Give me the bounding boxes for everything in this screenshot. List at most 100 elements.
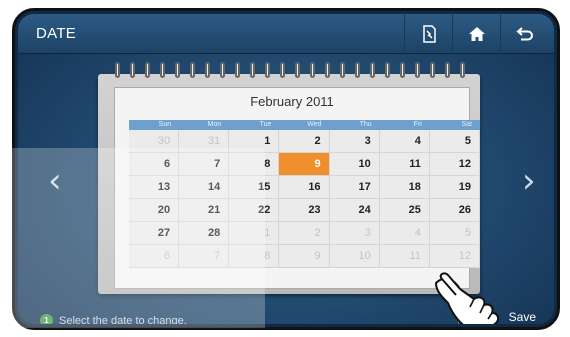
calendar-week-row: 30 31 1 2 3 4 5	[129, 130, 480, 153]
binder-ring	[130, 62, 135, 78]
calendar-day[interactable]: 3	[329, 130, 380, 153]
weekday-label: Fri	[413, 121, 422, 128]
calendar-day[interactable]: 26	[429, 199, 480, 222]
calendar-day: 11	[379, 245, 430, 268]
prev-month-button[interactable]: ‹	[48, 164, 62, 198]
calendar-day[interactable]: 21	[179, 199, 230, 222]
calendar-day[interactable]: 24	[329, 199, 380, 222]
binder-ring	[460, 62, 465, 78]
calendar-day[interactable]: 5	[429, 130, 480, 153]
status-text: Select the date to change.	[59, 314, 187, 325]
home-button[interactable]	[452, 14, 500, 54]
calendar-day: 12	[429, 245, 480, 268]
screen: DATE ‹ › February 2011 Sun Mon Tue Wed T…	[18, 14, 554, 324]
calendar-day: 10	[329, 245, 380, 268]
calendar-day: 9	[279, 245, 330, 268]
calendar-day[interactable]: 12	[429, 153, 480, 176]
calendar-day[interactable]: 22	[229, 199, 280, 222]
calendar-day[interactable]: 16	[279, 176, 330, 199]
calendar-week-row: 6 7 8 9 10 11 12	[129, 153, 480, 176]
top-bar: DATE	[18, 14, 554, 54]
calendar-day: 4	[379, 222, 430, 245]
settings-button[interactable]	[404, 14, 452, 54]
calendar-day[interactable]: 23	[279, 199, 330, 222]
binder-ring	[325, 62, 330, 78]
calendar-week-row: 6 7 8 9 10 11 12	[129, 245, 480, 268]
calendar-day[interactable]: 1	[229, 130, 280, 153]
calendar-day[interactable]: 11	[379, 153, 430, 176]
calendar-day: 7	[179, 245, 230, 268]
weekday-label: Sat	[461, 121, 472, 128]
calendar-day[interactable]: 4	[379, 130, 430, 153]
binder-ring	[445, 62, 450, 78]
weekday-label: Thu	[359, 121, 372, 128]
page-title: DATE	[36, 25, 77, 42]
binder-ring	[220, 62, 225, 78]
binder-ring	[415, 62, 420, 78]
binder-ring	[115, 62, 120, 78]
calendar-day[interactable]: 9	[279, 153, 330, 176]
calendar-day: 30	[129, 130, 180, 153]
calendar-page: February 2011 Sun Mon Tue Wed Thu Fri Sat 30 31…	[114, 87, 480, 289]
binder-ring	[370, 62, 375, 78]
calendar-day[interactable]: 7	[179, 153, 230, 176]
back-icon	[515, 26, 534, 42]
calendar-day[interactable]: 6	[129, 153, 180, 176]
calendar-day[interactable]: 2	[279, 130, 330, 153]
calendar-day: 6	[129, 245, 180, 268]
hand-pointer-icon	[430, 269, 510, 324]
step-badge: 1	[40, 314, 53, 324]
calendar-day[interactable]: 28	[179, 222, 230, 245]
binder-ring	[280, 62, 285, 78]
calendar-grid: Sun Mon Tue Wed Thu Fri Sat 30 31 1 2 3 4 5 6 7 8 9 10 11 1…	[129, 120, 480, 268]
calendar-rings	[109, 62, 473, 82]
binder-ring	[385, 62, 390, 78]
settings-icon	[421, 25, 437, 43]
calendar-week-row: 27 28 1 2 3 4 5	[129, 222, 480, 245]
calendar-day[interactable]: 20	[129, 199, 180, 222]
binder-ring	[430, 62, 435, 78]
binder-ring	[160, 62, 165, 78]
binder-ring	[355, 62, 360, 78]
binder-ring	[310, 62, 315, 78]
calendar-day: 5	[429, 222, 480, 245]
home-icon	[468, 26, 486, 42]
binder-ring	[250, 62, 255, 78]
calendar-day[interactable]: 15	[229, 176, 280, 199]
calendar-day[interactable]: 17	[329, 176, 380, 199]
calendar-week-row: 20 21 22 23 24 25 26	[129, 199, 480, 222]
next-month-button[interactable]: ›	[522, 164, 536, 198]
weekday-label: Sun	[158, 121, 172, 128]
weekday-label: Wed	[307, 121, 322, 128]
binder-ring	[265, 62, 270, 78]
calendar-day[interactable]: 14	[179, 176, 230, 199]
calendar-day[interactable]: 25	[379, 199, 430, 222]
weekday-label: Mon	[207, 121, 222, 128]
calendar-day: 1	[229, 222, 280, 245]
binder-ring	[175, 62, 180, 78]
calendar-day: 31	[179, 130, 230, 153]
status-hint: 1 Select the date to change.	[40, 314, 187, 324]
calendar-day[interactable]: 8	[229, 153, 280, 176]
calendar-day[interactable]: 27	[129, 222, 180, 245]
binder-ring	[340, 62, 345, 78]
calendar-day: 3	[329, 222, 380, 245]
calendar-day[interactable]: 19	[429, 176, 480, 199]
calendar-day[interactable]: 18	[379, 176, 430, 199]
weekday-header: Sun Mon Tue Wed Thu Fri Sat	[129, 120, 480, 130]
binder-ring	[190, 62, 195, 78]
calendar-day: 2	[279, 222, 330, 245]
calendar-week-row: 13 14 15 16 17 18 19	[129, 176, 480, 199]
binder-ring	[400, 62, 405, 78]
calendar-day[interactable]: 13	[129, 176, 180, 199]
binder-ring	[295, 62, 300, 78]
back-button[interactable]	[500, 14, 548, 54]
month-label: February 2011	[250, 94, 334, 109]
calendar-day: 8	[229, 245, 280, 268]
binder-ring	[145, 62, 150, 78]
binder-ring	[235, 62, 240, 78]
calendar-day[interactable]: 10	[329, 153, 380, 176]
binder-ring	[205, 62, 210, 78]
weekday-label: Tue	[259, 121, 272, 128]
device-frame: DATE ‹ › February 2011 Sun Mon Tue Wed T…	[12, 8, 560, 330]
